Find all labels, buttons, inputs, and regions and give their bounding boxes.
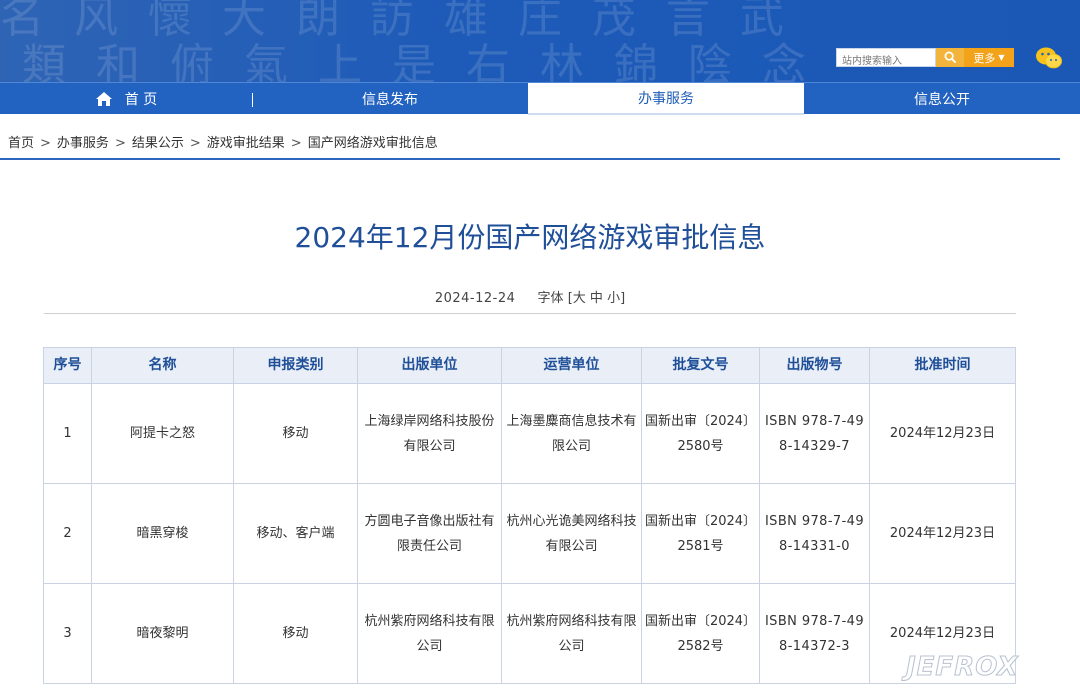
cell-publisher: 杭州紫府网络科技有限公司 xyxy=(357,583,502,684)
more-button[interactable]: 更多 ▼ xyxy=(964,48,1014,67)
breadcrumb-separator: > xyxy=(189,136,201,151)
nav-item-publish[interactable]: 信息发布 xyxy=(252,83,528,115)
watermark-logo: JEFROX xyxy=(906,652,1019,683)
table-row: 1 阿提卡之怒 移动 上海绿岸网络科技股份有限公司 上海墨麋商信息技术有限公司 … xyxy=(43,383,1016,484)
home-icon xyxy=(95,92,112,106)
cell-operator: 杭州紫府网络科技有限公司 xyxy=(501,583,642,684)
col-header-operator: 运营单位 xyxy=(501,347,642,384)
search-icon xyxy=(944,51,956,64)
font-size-medium[interactable]: 中 xyxy=(590,291,603,306)
cell-no: 3 xyxy=(43,583,92,684)
cell-category: 移动 xyxy=(233,583,358,684)
approval-table: 序号 名称 申报类别 出版单位 运营单位 批复文号 出版物号 批准时间 1 阿提… xyxy=(43,347,1016,684)
col-header-date: 批准时间 xyxy=(869,347,1016,384)
breadcrumb-separator: > xyxy=(290,136,302,151)
cell-category: 移动 xyxy=(233,383,358,484)
more-label: 更多 xyxy=(973,51,996,65)
cell-date: 2024年12月23日 xyxy=(869,383,1016,484)
breadcrumb-current[interactable]: 国产网络游戏审批信息 xyxy=(308,136,438,151)
col-header-name: 名称 xyxy=(91,347,234,384)
search-button[interactable] xyxy=(936,48,964,67)
nav-item-services[interactable]: 办事服务 xyxy=(528,83,804,115)
main-nav: 首 页 信息发布 办事服务 信息公开 xyxy=(0,82,1080,115)
cell-approval: 国新出审〔2024〕2580号 xyxy=(641,383,760,484)
cell-isbn: ISBN 978-7-498-14372-3 xyxy=(759,583,870,684)
breadcrumb-divider xyxy=(0,158,1060,160)
bracket-close: ] xyxy=(620,291,626,306)
page-title: 2024年12月份国产网络游戏审批信息 xyxy=(294,221,766,254)
chevron-down-icon: ▼ xyxy=(998,53,1005,62)
table-row: 3 暗夜黎明 移动 杭州紫府网络科技有限公司 杭州紫府网络科技有限公司 国新出审… xyxy=(43,583,1016,684)
calligraphy-background: 名 风 懷 大 朗 訪 雄 庄 茂 言 武 類 和 俯 氣 上 是 右 林 錦 … xyxy=(0,0,814,83)
cell-no: 1 xyxy=(43,383,92,484)
calligraphy-line: 類 和 俯 氣 上 是 右 林 錦 陰 念 xyxy=(22,40,814,83)
cell-approval: 国新出审〔2024〕2582号 xyxy=(641,583,760,684)
cell-isbn: ISBN 978-7-498-14329-7 xyxy=(759,383,870,484)
breadcrumb-separator: > xyxy=(114,136,126,151)
nav-label: 办事服务 xyxy=(638,91,694,107)
col-header-category: 申报类别 xyxy=(233,347,358,384)
font-size-large[interactable]: 大 xyxy=(573,291,586,306)
breadcrumb-results[interactable]: 结果公示 xyxy=(132,136,184,151)
cell-operator: 杭州心光诡美网络科技有限公司 xyxy=(501,483,642,584)
publish-date: 2024-12-24 xyxy=(434,291,516,306)
font-size-label: 字体 xyxy=(537,291,564,306)
cell-isbn: ISBN 978-7-498-14331-0 xyxy=(759,483,870,584)
breadcrumb-services[interactable]: 办事服务 xyxy=(57,136,109,151)
nav-label: 首 页 xyxy=(124,92,158,108)
breadcrumb-home[interactable]: 首页 xyxy=(8,136,34,151)
title-divider xyxy=(44,313,1016,314)
table-row: 2 暗黑穿梭 移动、客户端 方圆电子音像出版社有限责任公司 杭州心光诡美网络科技… xyxy=(43,483,1016,584)
cell-approval: 国新出审〔2024〕2581号 xyxy=(641,483,760,584)
cell-publisher: 方圆电子音像出版社有限责任公司 xyxy=(357,483,502,584)
cell-no: 2 xyxy=(43,483,92,584)
header-banner: 名 风 懷 大 朗 訪 雄 庄 茂 言 武 類 和 俯 氣 上 是 右 林 錦 … xyxy=(0,0,1080,82)
cell-date: 2024年12月23日 xyxy=(869,483,1016,584)
col-header-publisher: 出版单位 xyxy=(357,347,502,384)
cell-name: 暗黑穿梭 xyxy=(91,483,234,584)
nav-label: 信息发布 xyxy=(362,92,418,108)
col-header-isbn: 出版物号 xyxy=(759,347,870,384)
cell-category: 移动、客户端 xyxy=(233,483,358,584)
wechat-icon[interactable] xyxy=(1034,46,1064,70)
breadcrumb: 首页 > 办事服务 > 结果公示 > 游戏审批结果 > 国产网络游戏审批信息 xyxy=(8,132,438,151)
cell-name: 阿提卡之怒 xyxy=(91,383,234,484)
col-header-approval: 批复文号 xyxy=(641,347,760,384)
cell-operator: 上海墨麋商信息技术有限公司 xyxy=(501,383,642,484)
col-header-no: 序号 xyxy=(43,347,92,384)
nav-label: 信息公开 xyxy=(914,92,970,108)
table-header-row: 序号 名称 申报类别 出版单位 运营单位 批复文号 出版物号 批准时间 xyxy=(43,347,1016,384)
nav-item-home[interactable]: 首 页 xyxy=(0,83,252,115)
nav-item-disclosure[interactable]: 信息公开 xyxy=(804,83,1080,115)
article-meta: 2024-12-24 字体 [大 中 小] xyxy=(0,287,1060,306)
cell-publisher: 上海绿岸网络科技股份有限公司 xyxy=(357,383,502,484)
search-input[interactable]: 站内搜索输入 xyxy=(836,48,936,67)
calligraphy-line: 名 风 懷 大 朗 訪 雄 庄 茂 言 武 xyxy=(0,0,792,43)
breadcrumb-game-approval[interactable]: 游戏审批结果 xyxy=(207,136,285,151)
breadcrumb-separator: > xyxy=(40,136,51,151)
font-size-small[interactable]: 小 xyxy=(607,291,620,306)
cell-name: 暗夜黎明 xyxy=(91,583,234,684)
